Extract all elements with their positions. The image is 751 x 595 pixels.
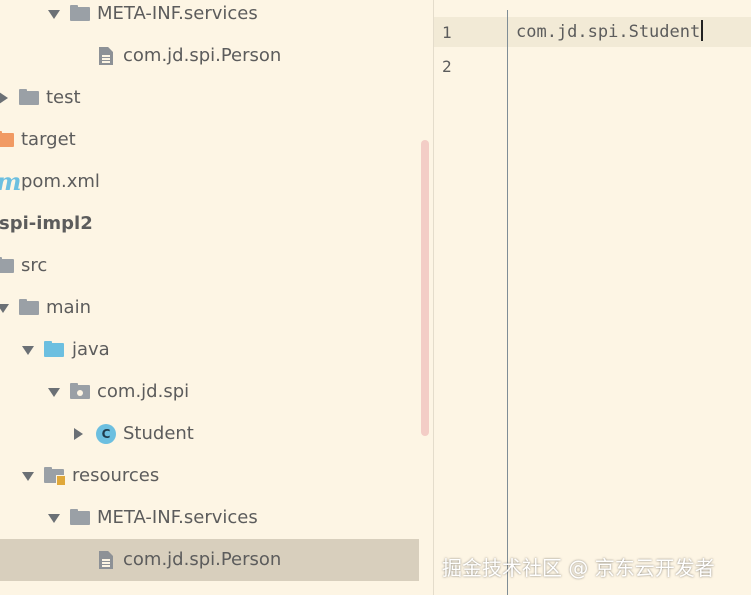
tree-item-meta-inf-services-2[interactable]: META-INF.services	[0, 497, 420, 539]
tree-item-label: pom.xml	[21, 171, 100, 192]
chevron-down-icon[interactable]	[0, 304, 9, 313]
text-cursor	[701, 20, 704, 41]
folder-icon	[70, 509, 90, 525]
chevron-right-icon[interactable]	[0, 92, 8, 104]
editor-pane[interactable]: 1 2 com.jd.spi.Student	[434, 0, 751, 595]
project-tree: META-INF.services com.jd.spi.Person test…	[0, 0, 433, 595]
code-text: com.jd.spi.Student	[516, 22, 701, 42]
tree-item-spi-impl2[interactable]: spi-impl2	[0, 203, 420, 245]
chevron-down-icon[interactable]	[48, 514, 60, 523]
tree-item-label: com.jd.spi.Person	[123, 549, 282, 570]
tree-item-label: target	[21, 129, 76, 150]
tree-item-label: spi-impl2	[0, 213, 93, 234]
folder-icon	[0, 257, 14, 273]
tree-item-pom-xml[interactable]: m pom.xml	[0, 161, 420, 203]
tree-item-target[interactable]: target	[0, 119, 420, 161]
tree-item-label: com.jd.spi	[97, 381, 190, 402]
tree-item-label: java	[72, 339, 110, 360]
file-icon	[99, 551, 113, 569]
folder-orange-icon	[0, 131, 14, 147]
tree-item-label: com.jd.spi.Person	[123, 45, 282, 66]
tree-item-package[interactable]: com.jd.spi	[0, 371, 420, 413]
tree-item-label: Student	[123, 423, 194, 444]
tree-item-resources[interactable]: resources	[0, 455, 420, 497]
line-number: 1	[442, 23, 452, 42]
tree-item-person-file-2[interactable]: com.jd.spi.Person	[0, 539, 419, 581]
class-icon: C	[96, 424, 116, 444]
tree-item-label: META-INF.services	[97, 507, 258, 528]
tree-item-java[interactable]: java	[0, 329, 420, 371]
tree-item-test[interactable]: test	[0, 77, 420, 119]
line-number: 2	[442, 57, 452, 76]
tree-item-label: test	[46, 87, 81, 108]
source-folder-icon	[44, 341, 64, 357]
chevron-down-icon[interactable]	[22, 472, 34, 481]
gutter-separator	[507, 10, 508, 595]
tree-item-meta-inf-services-1[interactable]: META-INF.services	[0, 0, 420, 35]
tree-item-main[interactable]: main	[0, 287, 420, 329]
resources-folder-icon	[44, 467, 66, 486]
tree-item-label: META-INF.services	[97, 3, 258, 24]
tree-scrollbar[interactable]	[421, 140, 429, 436]
folder-icon	[19, 89, 39, 105]
chevron-down-icon[interactable]	[22, 346, 34, 355]
tree-item-student[interactable]: C Student	[0, 413, 420, 455]
tree-item-src[interactable]: src	[0, 245, 420, 287]
watermark: 掘金技术社区 @ 京东云开发者	[442, 556, 715, 580]
tree-item-label: resources	[72, 465, 160, 486]
tree-item-label: src	[21, 255, 48, 276]
maven-icon: m	[0, 170, 21, 194]
code-line[interactable]: com.jd.spi.Student	[516, 20, 704, 42]
package-icon	[70, 383, 90, 399]
folder-icon	[70, 5, 90, 21]
folder-icon	[19, 299, 39, 315]
tree-item-person-file-1[interactable]: com.jd.spi.Person	[0, 35, 420, 77]
chevron-down-icon[interactable]	[48, 388, 60, 397]
chevron-down-icon[interactable]	[48, 10, 60, 19]
file-icon	[99, 47, 113, 65]
chevron-right-icon[interactable]	[74, 428, 83, 440]
tree-item-label: main	[46, 297, 91, 318]
